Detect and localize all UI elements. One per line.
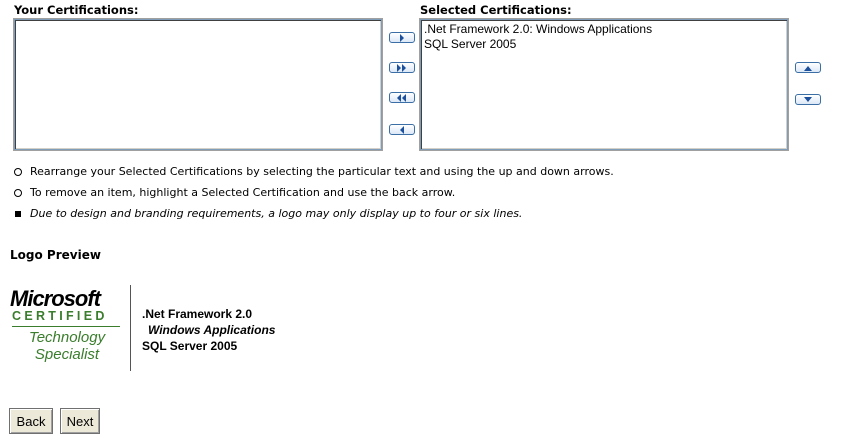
selected-certifications-list[interactable]: .Net Framework 2.0: Windows Applications… [419, 18, 789, 151]
next-button[interactable]: Next [60, 408, 100, 434]
logo-line: SQL Server 2005 [142, 339, 238, 353]
list-item: Due to design and branding requirements,… [14, 206, 614, 227]
list-item[interactable]: .Net Framework 2.0: Windows Applications [424, 22, 784, 37]
logo-certification-lines: .Net Framework 2.0 Windows Applications … [142, 306, 275, 354]
double-arrow-left-icon [397, 93, 406, 102]
square-bullet-icon [15, 211, 21, 217]
move-left-button[interactable] [389, 124, 415, 135]
logo-preview-heading: Logo Preview [10, 248, 101, 262]
logo-certified: CERTIFIED [12, 309, 108, 323]
arrow-right-icon [400, 33, 404, 42]
circle-bullet-icon [14, 168, 22, 176]
instruction-list: Rearrange your Selected Certifications b… [14, 164, 614, 227]
move-all-right-button[interactable] [389, 62, 415, 73]
arrow-up-icon [804, 65, 812, 71]
circle-bullet-icon [14, 189, 22, 197]
your-certifications-list[interactable] [13, 18, 383, 151]
selected-certifications-label: Selected Certifications: [420, 3, 572, 17]
microsoft-certified-logo: Microsoft CERTIFIED Technology Specialis… [10, 286, 132, 371]
list-item: To remove an item, highlight a Selected … [14, 185, 614, 206]
logo-rule [12, 326, 120, 327]
double-arrow-right-icon [397, 63, 406, 72]
arrow-left-icon [400, 125, 404, 134]
your-certifications-label: Your Certifications: [14, 3, 139, 17]
move-all-left-button[interactable] [389, 92, 415, 103]
logo-divider [130, 285, 131, 371]
move-up-button[interactable] [795, 62, 821, 73]
logo-title: Technology Specialist [28, 329, 106, 363]
list-item[interactable]: SQL Server 2005 [424, 37, 784, 52]
logo-line: .Net Framework 2.0 [142, 307, 253, 321]
move-down-button[interactable] [795, 94, 821, 105]
list-item: Rearrange your Selected Certifications b… [14, 164, 614, 185]
move-right-button[interactable] [389, 32, 415, 43]
arrow-down-icon [804, 96, 812, 102]
back-button[interactable]: Back [9, 408, 53, 434]
logo-line: Windows Applications [148, 323, 276, 337]
